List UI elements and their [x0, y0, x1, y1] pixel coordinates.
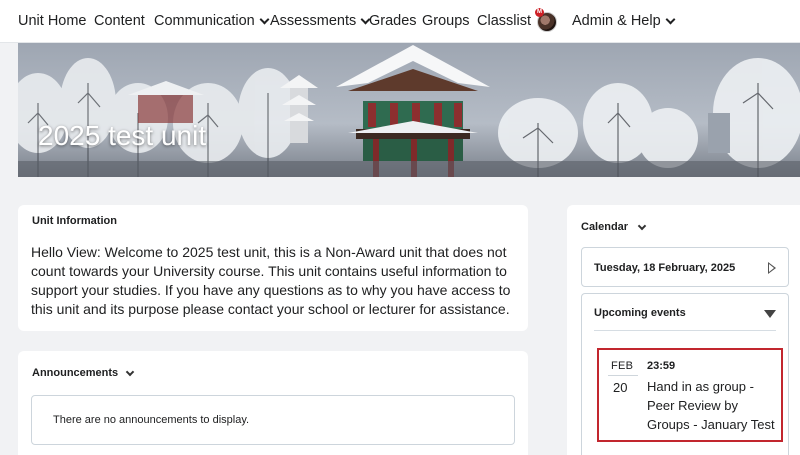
announcements-empty-text: There are no announcements to display.	[53, 414, 250, 426]
divider	[594, 330, 776, 331]
divider	[608, 375, 638, 376]
nav-assessments-label: Assessments	[270, 13, 357, 29]
chevron-down-icon	[259, 14, 270, 24]
snowy-pavilion-illustration	[18, 43, 800, 177]
calendar-header[interactable]: Calendar	[581, 221, 647, 233]
event-title-link[interactable]: Hand in as group - Peer Review by Groups…	[647, 377, 779, 434]
nav-groups[interactable]: Groups	[422, 13, 470, 29]
chevron-down-icon	[665, 14, 676, 24]
nav-content[interactable]: Content	[94, 13, 145, 29]
event-month: FEB	[611, 360, 634, 372]
nav-communication-label: Communication	[154, 13, 255, 29]
event-day: 20	[613, 380, 628, 395]
calendar-date-selector[interactable]: Tuesday, 18 February, 2025	[581, 247, 789, 287]
nav-grades-label: Grades	[369, 13, 417, 29]
nav-grades[interactable]: Grades	[369, 13, 417, 29]
nav-communication[interactable]: Communication	[154, 13, 270, 29]
next-arrow-icon[interactable]	[768, 262, 776, 274]
notification-badge: M	[535, 8, 544, 17]
unit-information-text: Hello View: Welcome to 2025 test unit, t…	[31, 244, 511, 317]
upcoming-events-heading: Upcoming events	[594, 307, 686, 319]
upcoming-event-item[interactable]: FEB 20 23:59 Hand in as group - Peer Rev…	[597, 348, 783, 442]
calendar-current-date: Tuesday, 18 February, 2025	[594, 262, 736, 274]
unit-information-card: Unit Information Hello View: Welcome to …	[18, 205, 528, 331]
nav-unit-home-label: Unit Home	[18, 13, 87, 29]
top-nav-bar: Unit Home Content Communication Assessme…	[0, 0, 800, 43]
nav-unit-home[interactable]: Unit Home	[18, 13, 87, 29]
collapse-arrow-icon[interactable]	[764, 310, 776, 318]
nav-classlist-label: Classlist	[477, 13, 531, 29]
avatar[interactable]: M	[535, 8, 557, 32]
announcements-heading: Announcements	[32, 367, 119, 379]
nav-admin-help[interactable]: Admin & Help	[572, 13, 676, 29]
chevron-down-icon	[125, 367, 135, 376]
event-time: 23:59	[647, 360, 676, 372]
nav-content-label: Content	[94, 13, 145, 29]
announcements-header[interactable]: Announcements	[32, 367, 135, 379]
announcements-empty-box: There are no announcements to display.	[31, 395, 515, 445]
unit-information-heading: Unit Information	[32, 215, 117, 227]
calendar-heading: Calendar	[581, 221, 629, 233]
nav-groups-label: Groups	[422, 13, 470, 29]
chevron-down-icon	[637, 221, 647, 230]
nav-classlist[interactable]: Classlist	[477, 13, 531, 29]
nav-admin-help-label: Admin & Help	[572, 13, 661, 29]
unit-title: 2025 test unit	[38, 120, 207, 151]
unit-banner-image: 2025 test unit	[18, 43, 800, 177]
nav-assessments[interactable]: Assessments	[270, 13, 371, 29]
announcements-card: Announcements There are no announcements…	[18, 351, 528, 455]
